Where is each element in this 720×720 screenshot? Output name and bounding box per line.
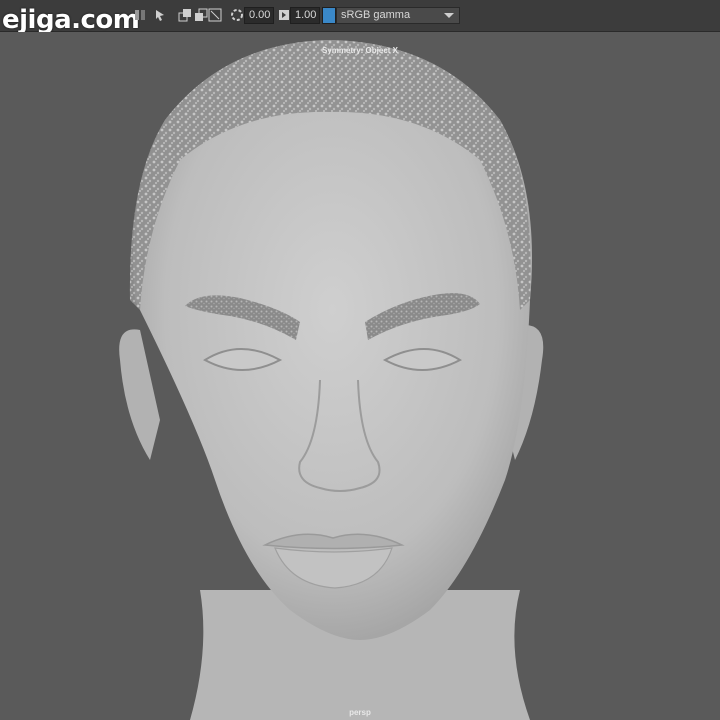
head-model xyxy=(119,40,544,720)
camera-label: persp xyxy=(349,708,371,717)
symmetry-label: Symmetry: Object X xyxy=(321,46,399,55)
left-ear xyxy=(119,329,160,460)
